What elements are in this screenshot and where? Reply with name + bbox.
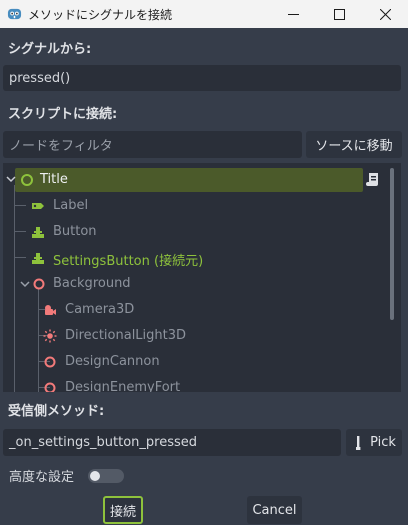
node-filter-input[interactable]: ノードをフィルタ <box>3 131 302 158</box>
maximize-icon <box>333 8 345 20</box>
eyedropper-icon <box>356 435 361 450</box>
chevron-down-icon[interactable] <box>6 174 16 184</box>
window-title: メソッドにシグナルを接続 <box>28 8 173 22</box>
pick-button[interactable]: Pick <box>346 429 402 456</box>
window-titlebar: メソッドにシグナルを接続 <box>0 0 408 28</box>
tree-item-label: Label <box>53 198 89 213</box>
tree-item-label: Background <box>53 276 131 291</box>
advanced-settings-label: 高度な設定 <box>9 470 75 485</box>
chevron-down-icon[interactable] <box>20 279 30 289</box>
pick-label: Pick <box>370 435 396 450</box>
scene-tree[interactable]: Title Label Button SettingsButton (接続元) … <box>3 163 401 392</box>
connect-button[interactable]: 接続 <box>103 496 143 524</box>
tree-item-directional-light[interactable]: DirectionalLight3D <box>3 323 401 349</box>
cancel-button[interactable]: Cancel <box>247 496 302 524</box>
tree-item-label: DesignCannon <box>65 354 160 369</box>
minimize-icon <box>287 13 299 15</box>
toggle-knob <box>90 471 100 481</box>
tree-item-label: Camera3D <box>65 302 135 317</box>
tree-item-label: DirectionalLight3D <box>65 328 187 343</box>
camera-icon <box>45 305 56 315</box>
close-icon <box>379 8 391 20</box>
receiver-method-input[interactable]: _on_settings_button_pressed <box>3 429 341 456</box>
tree-item-camera3d[interactable]: Camera3D <box>3 297 401 323</box>
tree-item-settings-button[interactable]: SettingsButton (接続元) <box>3 245 401 271</box>
tree-item-background[interactable]: Background <box>3 271 401 297</box>
button-icon <box>32 253 44 264</box>
tree-item-label: DesignEnemyFort <box>65 380 181 392</box>
tree-item-label: Button <box>53 224 97 239</box>
tree-item-design-cannon[interactable]: DesignCannon <box>3 349 401 375</box>
tree-item-label: SettingsButton (接続元) <box>53 254 204 269</box>
tree-item-design-enemy-fort[interactable]: DesignEnemyFort <box>3 375 401 392</box>
tree-item-button[interactable]: Button <box>3 219 401 245</box>
signal-section-label: シグナルから: <box>8 42 92 57</box>
script-icon[interactable] <box>366 171 382 189</box>
advanced-settings-toggle[interactable] <box>88 469 124 483</box>
tree-item-label: Title <box>40 172 68 187</box>
minimize-button[interactable] <box>270 0 316 28</box>
maximize-button[interactable] <box>316 0 362 28</box>
signal-field[interactable]: pressed() <box>3 65 401 91</box>
goto-source-button[interactable]: ソースに移動 <box>306 131 402 158</box>
label-icon <box>32 203 44 209</box>
node3d-icon <box>33 278 45 290</box>
node3d-icon <box>44 356 56 368</box>
script-section-label: スクリプトに接続: <box>8 107 118 122</box>
node3d-icon <box>44 382 56 392</box>
receiver-section-label: 受信側メソッド: <box>8 404 105 419</box>
close-button[interactable] <box>362 0 408 28</box>
tree-item-title[interactable]: Title <box>3 167 401 193</box>
tree-item-label-node[interactable]: Label <box>3 193 401 219</box>
godot-icon <box>7 8 22 20</box>
button-icon <box>32 227 44 238</box>
sun-light-icon <box>43 329 57 343</box>
circle-node-icon <box>21 174 33 186</box>
tree-scrollbar-thumb[interactable] <box>390 168 394 320</box>
